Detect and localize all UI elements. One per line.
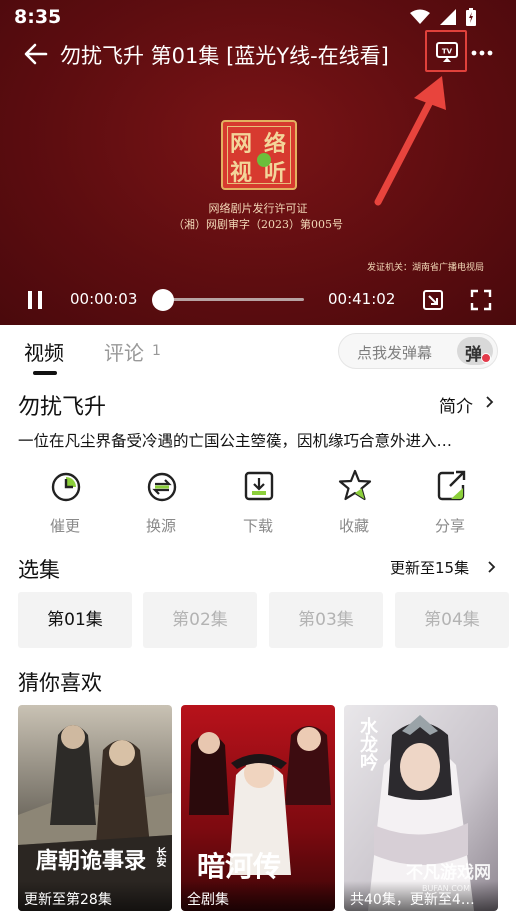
switch-source-icon [147,472,177,502]
wifi-icon [410,9,430,24]
back-arrow-icon[interactable] [22,40,50,68]
action-label: 催更 [49,517,80,535]
recommend-card[interactable]: 唐朝诡事录 长安 更新至第28集 [18,705,172,911]
danmu-toggle-button[interactable]: 弹 [457,337,493,365]
player-controls: 00:00:03 00:41:02 [0,283,516,317]
tab-indicator [33,371,57,375]
site-watermark: 不凡游戏网 [406,863,491,883]
star-icon [338,469,372,501]
card-caption: 全剧集 [181,881,335,911]
more-options-icon[interactable] [470,44,494,62]
chevron-right-icon[interactable] [486,560,496,574]
tab-video[interactable]: 视频 [24,337,64,366]
mini-window-icon[interactable] [422,289,444,311]
detail-tabs: 视频 评论 1 点我发弹幕 弹 [0,325,516,377]
action-label: 下载 [242,517,273,535]
license-issuer: 发证机关：湖南省广播电视局 [366,263,484,273]
episode-button[interactable]: 第01集 [18,592,132,648]
action-label: 换源 [145,517,176,535]
poster-logo: 暗河传 [197,850,282,883]
status-time: 8:35 [14,6,62,28]
chevron-right-icon[interactable] [484,395,494,409]
download-icon [244,471,274,501]
action-label: 分享 [434,517,465,535]
duration: 00:41:02 [328,290,396,308]
tv-cast-icon: TV [436,42,458,62]
seal-play-icon [257,153,271,167]
share-icon [437,470,466,501]
fullscreen-icon[interactable] [470,289,492,311]
annotation-arrow [374,76,446,206]
recommend-section-title: 猜你喜欢 [18,671,102,695]
progress-knob[interactable] [152,289,174,311]
poster-logo: 唐朝诡事录 [36,848,147,874]
seal-char: 网 [230,131,253,157]
poster-logo: 水龙吟 [357,717,378,771]
site-watermark-sub: BUFAN.COM [422,884,470,893]
show-description: 一位在凡尘界备受冷遇的亡国公主箜篌，因机缘巧合意外进入… [18,432,453,450]
license-title: 网络剧片发行许可证 [208,202,308,215]
clock-icon [51,472,81,502]
pause-icon[interactable] [28,291,42,309]
status-bar: 8:35 [0,0,516,34]
danmu-status-dot [481,353,491,363]
video-player[interactable]: 8:35 勿扰飞升 第01集 [蓝光Y线-在线看] TV 网 络 视 听 网络剧… [0,0,516,325]
episodes-update-status[interactable]: 更新至15集 [390,557,469,578]
card-caption: 更新至第28集 [18,881,172,911]
current-time: 00:00:03 [70,290,138,308]
license-number: （湘）网剧审字（2023）第005号 [173,218,343,231]
episodes-section-title: 选集 [18,558,60,582]
intro-link[interactable]: 简介 [439,392,473,417]
comment-count: 1 [152,343,161,359]
episode-button[interactable]: 第04集 [395,592,509,648]
card-caption: 共40集，更新至4… [344,881,498,911]
danmu-badge-label: 弹 [465,345,482,365]
danmu-placeholder: 点我发弹幕 [357,344,433,362]
episode-button[interactable]: 第03集 [269,592,383,648]
danmu-input[interactable]: 点我发弹幕 弹 [338,333,498,369]
recommend-card[interactable]: 暗河传 全剧集 [181,705,335,911]
action-row: 催更 换源 下载 收藏 分享 [0,466,516,538]
tab-comments[interactable]: 评论 [104,337,144,366]
show-title: 勿扰飞升 [18,395,107,420]
network-av-seal: 网 络 视 听 [221,120,297,190]
battery-icon [466,8,476,26]
seal-char: 视 [230,160,253,186]
status-icons [410,8,476,26]
player-title: 勿扰飞升 第01集 [蓝光Y线-在线看] [60,44,389,68]
episode-button[interactable]: 第02集 [143,592,257,648]
tv-cast-button[interactable]: TV [425,30,467,72]
action-label: 收藏 [338,517,369,535]
poster-logo-sub: 长安 [154,847,165,867]
tv-cast-label: TV [442,48,453,56]
signal-icon [440,9,456,25]
progress-track[interactable] [160,298,304,301]
